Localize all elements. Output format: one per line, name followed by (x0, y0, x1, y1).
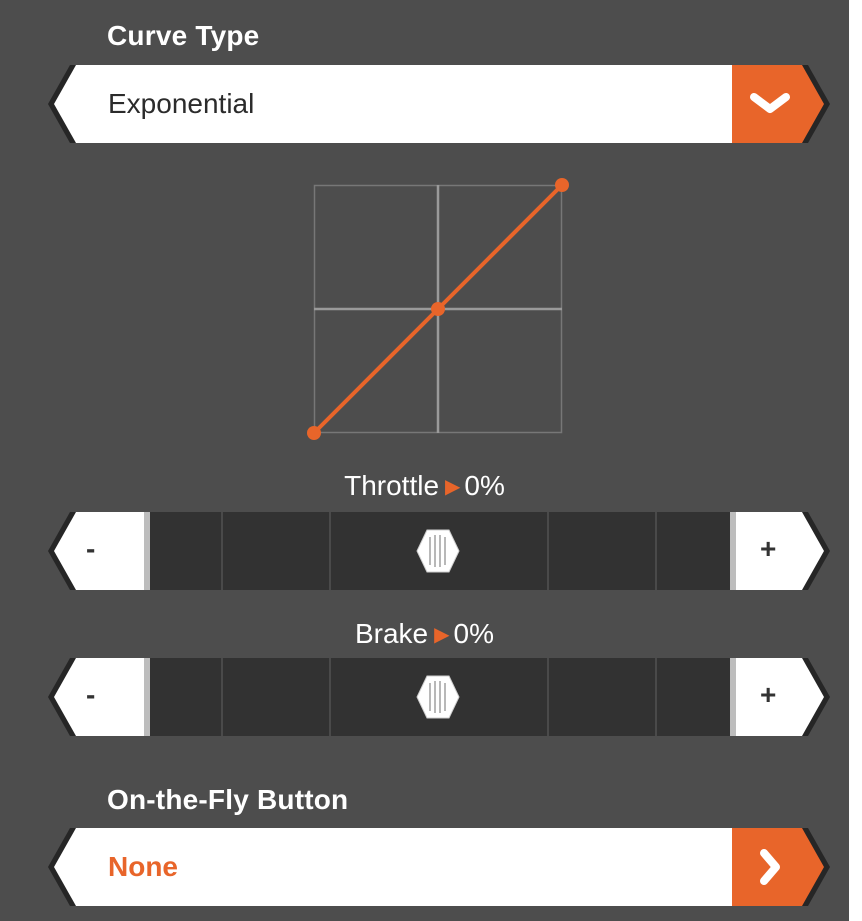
chevron-right-icon (760, 849, 780, 885)
throttle-slider[interactable]: - + (48, 512, 830, 590)
chevron-down-icon (750, 93, 790, 113)
curve-graph-svg (307, 178, 569, 440)
curve-type-selector[interactable]: Exponential (48, 65, 830, 143)
curve-type-label: Curve Type (107, 20, 260, 51)
curve-point[interactable] (431, 302, 445, 316)
throttle-decrease-button[interactable]: - (48, 512, 148, 590)
brake-increase-button[interactable]: + (730, 658, 830, 736)
on-the-fly-selector[interactable]: None (48, 828, 830, 906)
curve-type-value: Exponential (108, 88, 255, 119)
brake-label: Brake ▶ 0% (0, 618, 849, 650)
brake-minus-text: - (86, 679, 96, 710)
on-the-fly-open-button[interactable] (710, 828, 830, 906)
brake-decrease-button[interactable]: - (48, 658, 148, 736)
throttle-label-text: Throttle (344, 470, 440, 501)
on-the-fly-label: On-the-Fly Button (107, 784, 349, 815)
curve-point[interactable] (307, 426, 321, 440)
throttle-minus-text: - (86, 533, 96, 564)
throttle-increase-button[interactable]: + (730, 512, 830, 590)
play-arrow-icon: ▶ (445, 476, 461, 498)
brake-label-text: Brake (354, 618, 429, 649)
settings-panel: Curve Type Exponential Throttle ▶ 0% - +… (0, 0, 849, 921)
brake-knob[interactable] (415, 674, 461, 720)
curve-point[interactable] (555, 178, 569, 192)
brake-plus-text: + (760, 679, 777, 710)
curve-type-dropdown-button[interactable] (710, 65, 830, 143)
on-the-fly-value: None (108, 851, 178, 882)
throttle-label: Throttle ▶ 0% (0, 470, 849, 502)
play-arrow-icon: ▶ (434, 624, 450, 646)
brake-slider[interactable]: - + (48, 658, 830, 736)
throttle-plus-text: + (760, 533, 777, 564)
throttle-knob[interactable] (415, 528, 461, 574)
curve-graph (307, 178, 569, 440)
brake-value: 0% (453, 618, 494, 649)
throttle-value: 0% (464, 470, 505, 501)
